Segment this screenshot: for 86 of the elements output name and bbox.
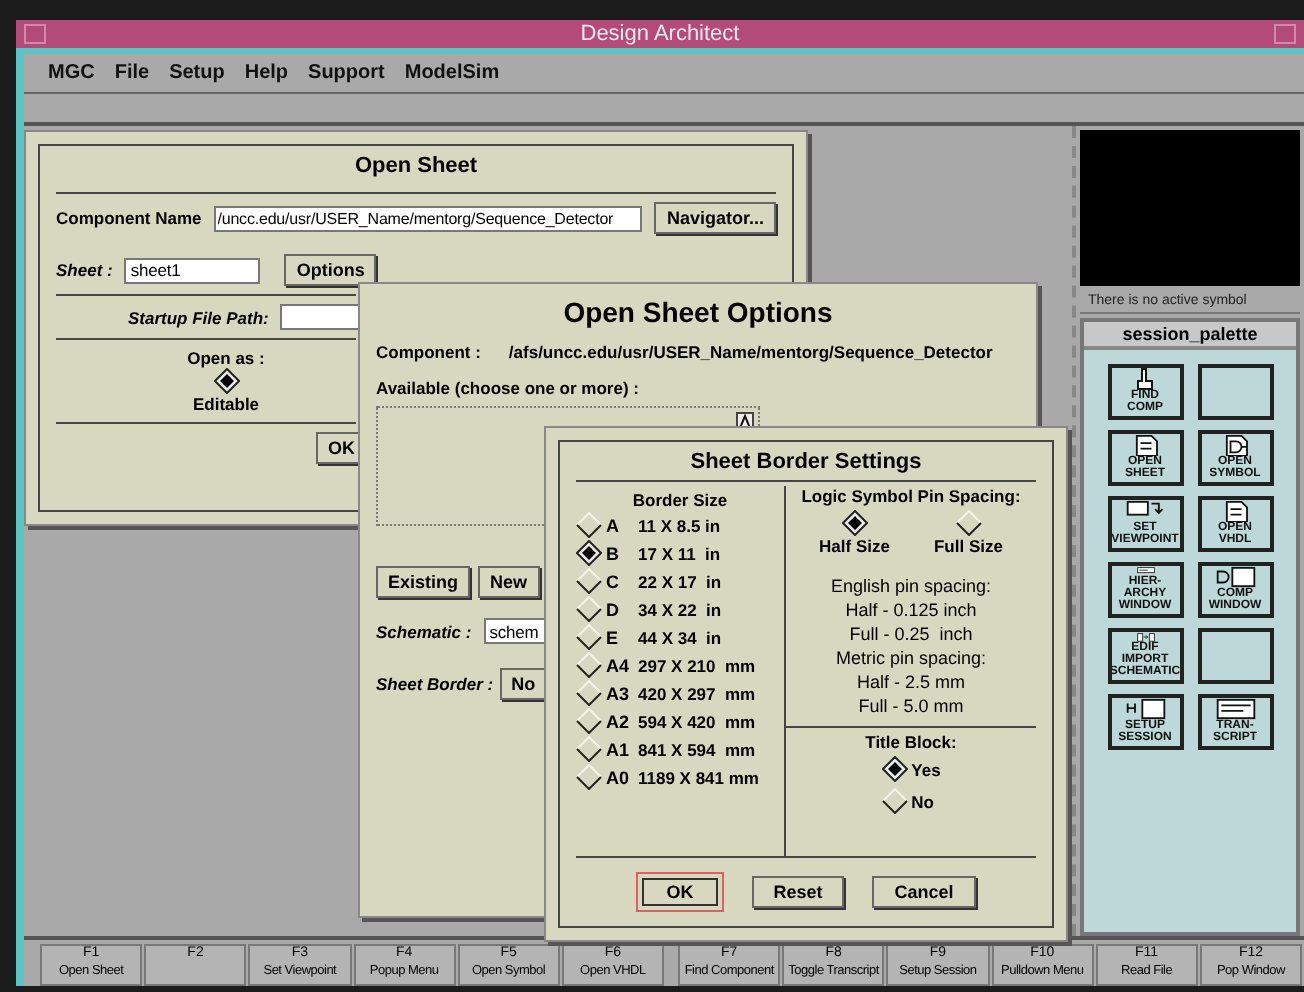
section-label: Border Size bbox=[632, 490, 728, 510]
menu-item[interactable]: Setup bbox=[169, 62, 225, 84]
size-label: 11 X 8.5 in bbox=[638, 515, 721, 535]
radio-label: Yes bbox=[911, 759, 941, 779]
radio-icon[interactable] bbox=[576, 652, 602, 678]
field-label: Component : bbox=[376, 342, 481, 362]
gate-window-icon bbox=[1213, 566, 1257, 588]
radio-label: Half Size bbox=[819, 536, 890, 556]
palette-title: session_palette bbox=[1084, 322, 1296, 350]
hand-icon bbox=[1136, 368, 1154, 390]
dialog-button[interactable]: OK bbox=[636, 872, 724, 912]
radio-icon[interactable] bbox=[955, 510, 982, 536]
navigator-button[interactable]: Navigator... bbox=[654, 202, 776, 234]
monitor-icon bbox=[1123, 698, 1167, 720]
empty-palette-slot bbox=[1197, 364, 1273, 420]
size-code: A3 bbox=[606, 683, 632, 703]
size-label: 1189 X 841 mm bbox=[638, 767, 759, 787]
empty-palette-slot bbox=[1197, 628, 1273, 684]
selected-radio-icon[interactable] bbox=[881, 756, 908, 782]
menu-item[interactable]: File bbox=[114, 62, 150, 84]
dialog-title: Open Sheet bbox=[352, 154, 480, 182]
selected-radio-icon[interactable] bbox=[213, 368, 239, 394]
radio-label: Editable bbox=[192, 394, 260, 414]
radio-icon[interactable] bbox=[576, 512, 602, 538]
selected-radio-icon[interactable] bbox=[576, 540, 602, 566]
section-label: Logic Symbol Pin Spacing: bbox=[801, 486, 1021, 506]
size-code: A0 bbox=[606, 767, 632, 787]
dialog-title: Open Sheet Options bbox=[561, 296, 835, 332]
section-label: Title Block: bbox=[865, 732, 957, 752]
size-code: A2 bbox=[606, 711, 632, 731]
radio-icon[interactable] bbox=[576, 680, 602, 706]
field-label: Schematic : bbox=[376, 621, 472, 641]
sheet-border-button[interactable]: No bbox=[499, 668, 548, 700]
selected-radio-icon[interactable] bbox=[841, 510, 868, 536]
radio-icon[interactable] bbox=[576, 708, 602, 734]
size-code: E bbox=[606, 627, 621, 647]
size-label: 594 X 420 mm bbox=[638, 711, 756, 731]
size-code: C bbox=[606, 571, 621, 591]
size-code: A4 bbox=[606, 655, 632, 675]
field-label: Sheet Border : bbox=[376, 674, 494, 694]
field-label: Available (choose one or more) : bbox=[376, 378, 641, 398]
radio-icon[interactable] bbox=[576, 596, 602, 622]
radio-icon[interactable] bbox=[576, 568, 602, 594]
sheet-type-button[interactable]: New bbox=[478, 566, 540, 598]
size-code: A1 bbox=[606, 739, 632, 759]
component-path: /afs/uncc.edu/usr/USER_Name/mentorg/Sequence_Detector bbox=[508, 342, 993, 362]
radio-icon[interactable] bbox=[576, 736, 602, 762]
radio-label: No bbox=[911, 791, 935, 811]
size-label: 22 X 17 in bbox=[638, 571, 722, 591]
radio-icon[interactable] bbox=[576, 624, 602, 650]
size-code: B bbox=[606, 543, 621, 563]
pin-spacing-text: Full - 5.0 mm bbox=[858, 696, 964, 716]
size-label: 841 X 594 mm bbox=[638, 739, 756, 759]
field-label: Open as : bbox=[187, 348, 265, 368]
size-label: 34 X 22 in bbox=[638, 599, 722, 619]
size-code: A bbox=[606, 515, 621, 535]
pin-spacing-text: English pin spacing: bbox=[830, 576, 992, 596]
radio-label: Full Size bbox=[933, 536, 1003, 556]
size-label: 17 X 11 in bbox=[638, 543, 721, 563]
menu-item[interactable]: Support bbox=[308, 62, 385, 84]
dialog-title: Sheet Border Settings bbox=[576, 450, 1036, 482]
window-title: Design Architect bbox=[580, 22, 740, 46]
menu-item[interactable]: ModelSim bbox=[404, 62, 500, 84]
dialog-button[interactable]: Reset bbox=[751, 876, 845, 908]
menu-item[interactable]: Help bbox=[244, 62, 289, 84]
pin-spacing-text: Metric pin spacing: bbox=[835, 648, 987, 668]
options-button[interactable]: Options bbox=[284, 254, 377, 286]
menu-item[interactable]: MGC bbox=[48, 62, 95, 84]
text-window-icon bbox=[1213, 698, 1257, 720]
size-label: 420 X 297 mm bbox=[638, 683, 756, 703]
sheet-field[interactable]: sheet1 bbox=[124, 257, 261, 283]
radio-icon[interactable] bbox=[576, 764, 602, 790]
pin-spacing-text: Half - 0.125 inch bbox=[845, 600, 977, 620]
component-name-field[interactable]: /uncc.edu/usr/USER_Name/mentorg/Sequence_Detector bbox=[213, 205, 643, 231]
field-label: Sheet : bbox=[56, 260, 113, 280]
sheet-type-button[interactable]: Existing bbox=[376, 566, 471, 598]
dialog-button[interactable]: Cancel bbox=[872, 876, 976, 908]
field-label: Component Name bbox=[56, 208, 202, 228]
pin-spacing-text: Full - 0.25 inch bbox=[849, 624, 973, 644]
radio-icon[interactable] bbox=[881, 788, 908, 814]
pin-spacing-text: Half - 2.5 mm bbox=[856, 672, 965, 692]
size-code: D bbox=[606, 599, 621, 619]
size-label: 297 X 210 mm bbox=[638, 655, 756, 675]
size-label: 44 X 34 in bbox=[638, 627, 722, 647]
schematic-arrow-icon bbox=[1123, 500, 1167, 522]
field-label: Startup File Path: bbox=[128, 307, 269, 327]
